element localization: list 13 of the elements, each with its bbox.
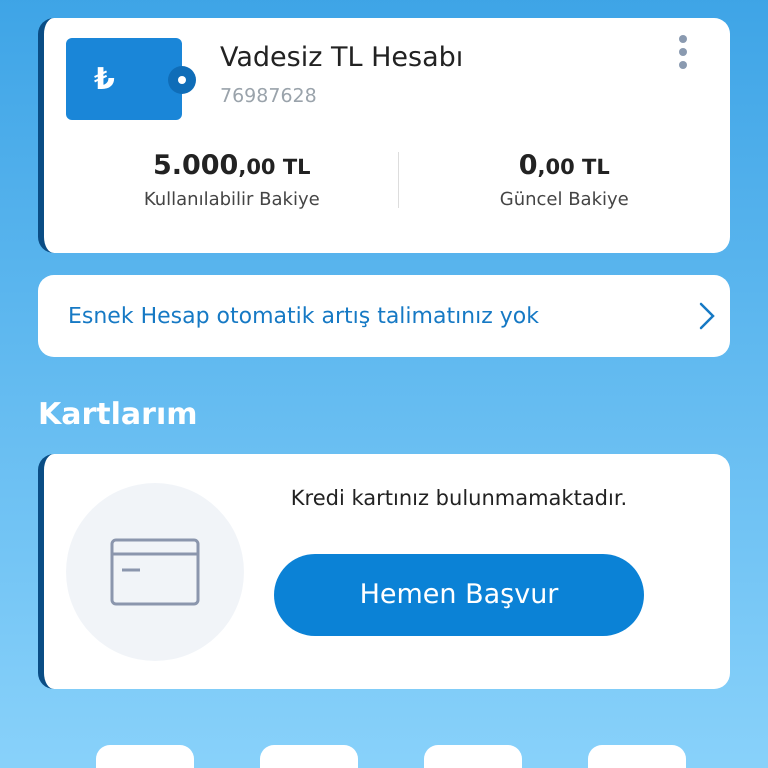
- credit-card-icon: [110, 538, 200, 606]
- more-icon[interactable]: [678, 34, 688, 70]
- apply-button[interactable]: Hemen Başvur: [274, 554, 644, 636]
- balance-label: Kullanılabilir Bakiye: [144, 189, 320, 210]
- account-name: Vadesiz TL Hesabı: [220, 42, 464, 73]
- empty-message: Kredi kartınız bulunmamaktadır.: [290, 486, 628, 510]
- account-number: 76987628: [220, 85, 318, 107]
- balance-label: Güncel Bakiye: [500, 189, 629, 210]
- section-title: Kartlarım: [38, 397, 198, 432]
- balance-amount: 0,00 TL: [518, 150, 610, 181]
- instruction-link[interactable]: Esnek Hesap otomatik artış talimatınız yok: [38, 275, 730, 357]
- balance-amount: 5.000,00 TL: [152, 150, 311, 181]
- chevron-right-icon: [698, 301, 716, 331]
